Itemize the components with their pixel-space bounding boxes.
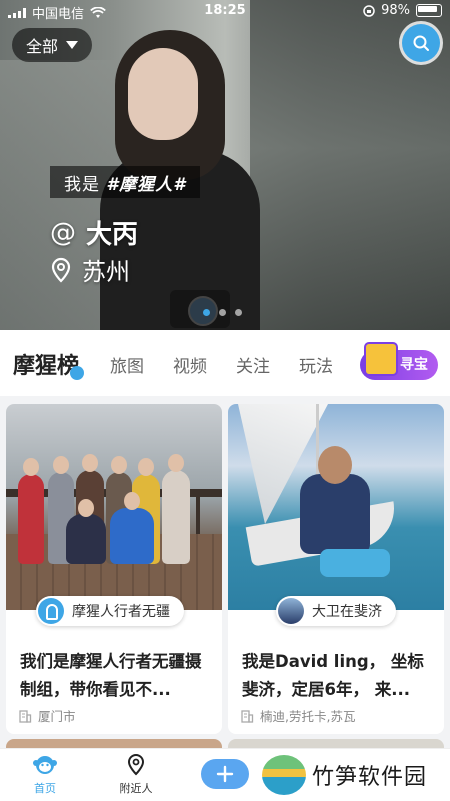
watermark-logo [262, 755, 306, 795]
nav-home[interactable]: 首页 [28, 753, 62, 796]
tagline-tag: #摩猩人# [106, 174, 187, 195]
rotation-lock-icon [363, 4, 375, 17]
filter-dropdown[interactable]: 全部 [12, 28, 93, 62]
watermark-text: 竹笋软件园 [312, 765, 428, 790]
tab-video[interactable]: 视频 [173, 352, 207, 377]
username: 大丙 [86, 220, 139, 250]
avatar [278, 598, 304, 624]
tab-follow[interactable]: 关注 [236, 352, 270, 377]
tab-ranking[interactable]: 摩猩榜 [13, 348, 79, 380]
card-title: 我是David ling， 坐标斐济，定居6年， 来... [242, 652, 424, 699]
treasure-hunt-button[interactable]: 寻宝 [360, 342, 440, 380]
battery-icon [416, 4, 442, 17]
card-author-name: 摩猩人行者无疆 [72, 604, 170, 620]
tagline-prefix: 我是 [64, 174, 100, 195]
avatar [38, 598, 64, 624]
location-pin-icon [51, 257, 71, 283]
card-location-label: 楠迪,劳托卡,苏瓦 [260, 709, 356, 724]
treasure-box-icon [364, 342, 398, 376]
carousel-dot [219, 309, 226, 316]
nav-home-label: 首页 [34, 782, 56, 795]
card-author-chip[interactable]: 摩猩人行者无疆 [36, 596, 184, 626]
bottom-navigation: 首页 附近人 竹笋软件园 [0, 748, 450, 801]
card-author-name: 大卫在斐济 [312, 604, 382, 620]
feed-card[interactable]: 摩猩人行者无疆 我们是摩猩人行者无疆摄制组，带你看见不... 厦门市 [6, 404, 222, 734]
card-photo-group [6, 404, 222, 610]
city-label: 苏州 [82, 258, 130, 286]
card-author-chip[interactable]: 大卫在斐济 [276, 596, 396, 626]
location-pin-icon [127, 753, 145, 776]
battery-percent: 98% [381, 3, 410, 18]
hero-banner[interactable]: 中国电信 18:25 98% 全部 我是 #摩猩人# @ 大丙 苏州 [0, 0, 450, 330]
at-icon: @ [50, 217, 76, 248]
hero-tagline: 我是 #摩猩人# [50, 166, 201, 198]
search-icon [413, 35, 429, 51]
card-location-label: 厦门市 [38, 709, 76, 724]
add-post-button[interactable] [201, 759, 249, 789]
building-icon [19, 709, 32, 723]
carousel-dot [235, 309, 242, 316]
home-monkey-icon [33, 756, 57, 774]
search-button[interactable] [402, 24, 440, 62]
carousel-indicator [203, 309, 242, 316]
tab-travel-map[interactable]: 旅图 [110, 352, 144, 377]
feed-card[interactable]: 大卫在斐济 我是David ling， 坐标斐济，定居6年， 来... 楠迪,劳… [228, 404, 444, 734]
carousel-dot-active [203, 309, 210, 316]
card-location: 厦门市 [18, 706, 76, 725]
hero-username[interactable]: @ 大丙 [50, 214, 138, 251]
category-tabs: 摩猩榜 旅图 视频 关注 玩法 寻宝 [0, 330, 450, 396]
card-location: 楠迪,劳托卡,苏瓦 [240, 706, 355, 725]
building-icon [241, 709, 254, 723]
tab-gameplay[interactable]: 玩法 [299, 352, 333, 377]
card-title: 我们是摩猩人行者无疆摄制组，带你看见不... [20, 652, 202, 699]
tab-active-indicator [70, 366, 84, 380]
plus-icon [216, 765, 234, 783]
hero-location: 苏州 [50, 252, 130, 287]
status-bar: 中国电信 18:25 98% [0, 0, 450, 22]
card-photo-sailing [228, 404, 444, 610]
watermark: 竹笋软件园 [262, 755, 427, 795]
nav-nearby[interactable]: 附近人 [114, 753, 158, 796]
filter-label: 全部 [26, 37, 59, 56]
chevron-down-icon [66, 41, 79, 49]
nav-nearby-label: 附近人 [119, 782, 153, 795]
